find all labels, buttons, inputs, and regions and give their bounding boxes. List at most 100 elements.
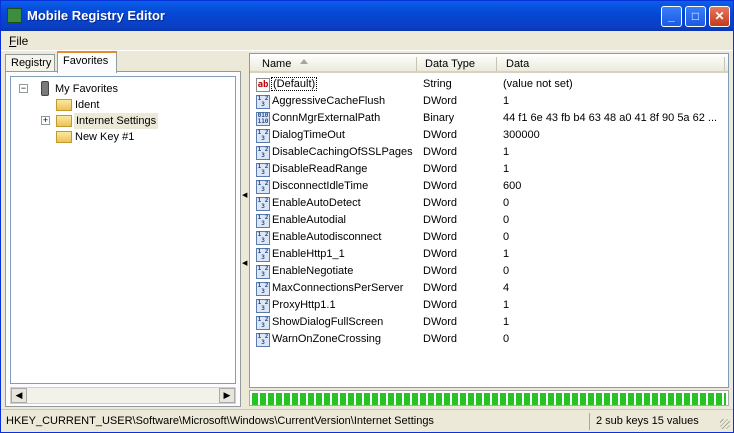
value-name: DisableReadRange xyxy=(272,163,368,175)
panel-splitter[interactable]: ◀ ◀ xyxy=(241,53,248,408)
value-name: DisableCachingOfSSLPages xyxy=(272,146,413,158)
string-value-icon: ab xyxy=(256,78,270,92)
maximize-button[interactable]: □ xyxy=(685,6,706,27)
value-type: DWord xyxy=(423,214,458,226)
tree-node-label: Ident xyxy=(75,99,100,111)
list-row[interactable]: 1 2 3 DisableReadRange DWord 1 xyxy=(250,162,728,179)
value-name: WarnOnZoneCrossing xyxy=(272,333,382,345)
list-row[interactable]: 1 2 3 EnableNegotiate DWord 0 xyxy=(250,264,728,281)
resize-grip-icon[interactable] xyxy=(720,419,730,429)
dword-value-icon: 1 23 xyxy=(256,299,270,313)
list-row[interactable]: 1 2 3 EnableAutodial DWord 0 xyxy=(250,213,728,230)
value-name: DialogTimeOut xyxy=(272,129,345,141)
sort-ascending-icon xyxy=(300,59,308,64)
value-type: DWord xyxy=(423,231,458,243)
value-data: 0 xyxy=(503,333,510,345)
status-path: HKEY_CURRENT_USER\Software\Microsoft\Win… xyxy=(6,415,434,427)
collapse-left-icon[interactable]: ◀ xyxy=(242,191,247,199)
tree-node-ident[interactable]: Ident xyxy=(11,97,231,113)
dword-value-icon: 1 23 xyxy=(256,95,270,109)
progress-bar xyxy=(249,390,729,406)
value-type: Binary xyxy=(423,112,455,124)
list-row[interactable]: 1 2 3 EnableAutoDetect DWord 0 xyxy=(250,196,728,213)
column-header-data[interactable]: Data xyxy=(506,58,529,70)
value-data: 600 xyxy=(503,180,522,192)
folder-icon xyxy=(56,131,72,143)
tree-node-label: Internet Settings xyxy=(74,113,159,129)
tree-node-my-favorites[interactable]: − My Favorites xyxy=(11,81,231,97)
collapse-left-icon[interactable]: ◀ xyxy=(242,259,247,267)
value-data: 300000 xyxy=(503,129,540,141)
value-type: DWord xyxy=(423,197,458,209)
value-type: DWord xyxy=(423,95,458,107)
title-bar[interactable]: Mobile Registry Editor _ □ ✕ xyxy=(1,1,733,31)
favorites-tree[interactable]: − My Favorites Ident + Internet Settings… xyxy=(10,76,236,384)
list-row[interactable]: ab (Default) String (value not set) xyxy=(250,77,728,94)
minimize-button[interactable]: _ xyxy=(661,6,682,27)
value-type: DWord xyxy=(423,333,458,345)
scroll-right-icon[interactable]: ▶ xyxy=(219,388,235,403)
value-data: 44 f1 6e 43 fb b4 63 48 a0 41 8f 90 5a 6… xyxy=(503,112,718,124)
value-type: DWord xyxy=(423,316,458,328)
expand-icon[interactable]: + xyxy=(41,116,50,125)
value-data: 1 xyxy=(503,316,510,328)
list-row[interactable]: 010 110 ConnMgrExternalPath Binary 44 f1 6e … xyxy=(250,111,728,128)
device-icon xyxy=(41,81,49,96)
list-row[interactable]: 1 2 3 EnableAutodisconnect DWord 0 xyxy=(250,230,728,247)
tree-horizontal-scrollbar[interactable]: ◀ ▶ xyxy=(10,387,236,404)
column-divider[interactable] xyxy=(496,57,497,71)
dword-value-icon: 1 23 xyxy=(256,282,270,296)
value-data: 1 xyxy=(503,146,510,158)
list-row[interactable]: 1 2 3 DisableCachingOfSSLPages DWord 1 xyxy=(250,145,728,162)
column-header-type[interactable]: Data Type xyxy=(425,58,475,70)
list-row[interactable]: 1 2 3 ProxyHttp1.1 DWord 1 xyxy=(250,298,728,315)
value-type: DWord xyxy=(423,265,458,277)
list-header: Name Data Type Data xyxy=(250,54,728,73)
value-name: ConnMgrExternalPath xyxy=(272,112,381,124)
list-row[interactable]: 1 2 3 EnableHttp1_1 DWord 1 xyxy=(250,247,728,264)
tree-node-new-key-1[interactable]: New Key #1 xyxy=(11,129,231,145)
dword-value-icon: 1 23 xyxy=(256,180,270,194)
dword-value-icon: 1 23 xyxy=(256,214,270,228)
tree-node-internet-settings[interactable]: + Internet Settings xyxy=(11,113,231,129)
list-row[interactable]: 1 2 3 DialogTimeOut DWord 300000 xyxy=(250,128,728,145)
value-name: ShowDialogFullScreen xyxy=(272,316,384,328)
list-row[interactable]: 1 2 3 WarnOnZoneCrossing DWord 0 xyxy=(250,332,728,349)
value-name: EnableHttp1_1 xyxy=(272,248,345,260)
scroll-left-icon[interactable]: ◀ xyxy=(11,388,27,403)
column-divider[interactable] xyxy=(416,57,417,71)
column-header-name[interactable]: Name xyxy=(262,58,291,70)
dword-value-icon: 1 23 xyxy=(256,248,270,262)
collapse-icon[interactable]: − xyxy=(19,84,28,93)
dword-value-icon: 1 23 xyxy=(256,265,270,279)
list-row[interactable]: 1 2 3 ShowDialogFullScreen DWord 1 xyxy=(250,315,728,332)
value-name: AggressiveCacheFlush xyxy=(272,95,386,107)
value-data: (value not set) xyxy=(503,78,573,90)
menu-file[interactable]: File xyxy=(9,34,28,48)
value-type: DWord xyxy=(423,248,458,260)
list-row[interactable]: 1 2 3 AggressiveCacheFlush DWord 1 xyxy=(250,94,728,111)
dword-value-icon: 1 23 xyxy=(256,231,270,245)
value-name: DisconnectIdleTime xyxy=(272,180,369,192)
close-button[interactable]: ✕ xyxy=(709,6,730,27)
dword-value-icon: 1 23 xyxy=(256,163,270,177)
value-type: DWord xyxy=(423,282,458,294)
list-row[interactable]: 1 2 3 DisconnectIdleTime DWord 600 xyxy=(250,179,728,196)
tab-favorites[interactable]: Favorites xyxy=(57,51,117,73)
tab-registry[interactable]: Registry xyxy=(5,54,55,72)
value-name: EnableAutodisconnect xyxy=(272,231,382,243)
dword-value-icon: 1 23 xyxy=(256,197,270,211)
app-icon xyxy=(7,8,22,23)
values-list[interactable]: Name Data Type Data ab (Default) String (va… xyxy=(249,53,729,388)
list-row[interactable]: 1 2 3 MaxConnectionsPerServer DWord 4 xyxy=(250,281,728,298)
column-divider[interactable] xyxy=(724,57,725,71)
binary-value-icon: 010 110 xyxy=(256,112,270,126)
value-type: DWord xyxy=(423,180,458,192)
value-data: 0 xyxy=(503,197,510,209)
value-type: String xyxy=(423,78,452,90)
dword-value-icon: 1 23 xyxy=(256,146,270,160)
value-data: 1 xyxy=(503,248,510,260)
value-name: EnableAutoDetect xyxy=(272,197,361,209)
tree-node-label: My Favorites xyxy=(55,83,118,95)
dword-value-icon: 1 23 xyxy=(256,333,270,347)
